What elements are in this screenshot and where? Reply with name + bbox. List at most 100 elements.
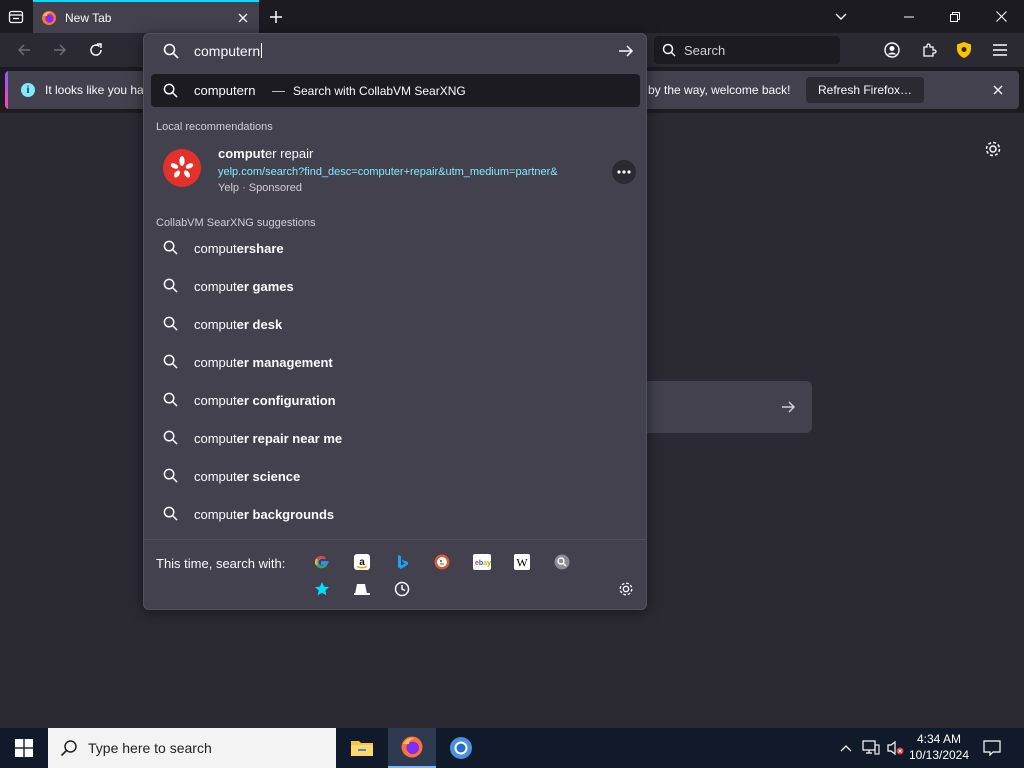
reload-button[interactable]: [84, 38, 108, 62]
reload-icon: [90, 43, 102, 56]
network-icon[interactable]: [860, 728, 882, 768]
chromium-taskbar-button[interactable]: [437, 728, 485, 768]
one-off-label: This time, search with:: [156, 556, 286, 571]
sponsored-suggestion-title: computer repair: [218, 146, 314, 161]
bookmarks-star-icon[interactable]: [311, 578, 333, 600]
notification-accent: [5, 71, 8, 109]
page-search-box[interactable]: [646, 381, 812, 433]
windows-taskbar: Type here to search 4:34 AM 10/13/2024: [0, 728, 1024, 768]
firefox-view-button[interactable]: [4, 5, 28, 29]
firefox-taskbar-button[interactable]: [388, 728, 436, 768]
ublock-extension-button[interactable]: [952, 38, 976, 62]
search-suggestions-label: CollabVM SearXNG suggestions: [156, 217, 316, 229]
taskbar-clock[interactable]: 4:34 AM 10/13/2024: [904, 731, 974, 763]
suggestion-item[interactable]: computer repair near me: [151, 420, 640, 458]
search-icon: [163, 468, 178, 483]
suggestion-item[interactable]: computershare: [151, 230, 640, 268]
search-bar-placeholder: Search: [684, 42, 726, 58]
new-tab-button[interactable]: [264, 5, 288, 29]
close-notification-icon[interactable]: [990, 82, 1006, 98]
show-hidden-icons-chevron-up-icon[interactable]: [836, 728, 856, 768]
sponsored-suggestion-row[interactable]: computer repair yelp.com/search?find_des…: [151, 138, 640, 196]
suggestion-item[interactable]: computer desk: [151, 306, 640, 344]
firefox-icon: [42, 10, 56, 25]
account-button[interactable]: [880, 38, 904, 62]
duckduckgo-icon[interactable]: [431, 551, 453, 573]
tab-strip: New Tab: [0, 0, 1024, 33]
app-menu-button[interactable]: [988, 38, 1012, 62]
search-icon: [60, 740, 77, 757]
plus-icon: [270, 11, 282, 23]
heuristic-separator: —: [272, 83, 285, 98]
google-icon[interactable]: [311, 551, 333, 573]
suggestion-text: computer repair near me: [194, 431, 343, 446]
search-icon: [163, 506, 178, 521]
forward-arrow-icon: [54, 44, 67, 56]
refresh-firefox-button[interactable]: Refresh Firefox…: [806, 77, 925, 103]
restore-button[interactable]: [932, 0, 978, 33]
info-icon: i: [21, 83, 35, 97]
tab-title: New Tab: [65, 10, 112, 25]
suggestion-text: computer backgrounds: [194, 507, 335, 522]
taskbar-search-placeholder: Type here to search: [88, 740, 212, 756]
tabs-icon[interactable]: [351, 578, 373, 600]
wikipedia-icon[interactable]: W: [511, 551, 533, 573]
notification-message-start: It looks like you ha: [45, 83, 144, 97]
start-button[interactable]: [0, 728, 48, 768]
folder-icon: [351, 741, 373, 756]
extensions-button[interactable]: [917, 38, 941, 62]
search-icon: [163, 354, 178, 369]
back-arrow-icon: [17, 44, 30, 56]
clock-time: 4:34 AM: [916, 732, 962, 746]
file-explorer-button[interactable]: [338, 728, 386, 768]
account-icon: [884, 42, 900, 58]
search-settings-gear-icon[interactable]: [615, 578, 637, 600]
suggestion-item[interactable]: computer science: [151, 458, 640, 496]
page-settings-gear-icon[interactable]: [982, 138, 1004, 160]
heuristic-query: computern: [194, 83, 256, 98]
windows-logo-icon: [15, 739, 33, 757]
volume-muted-icon[interactable]: [884, 728, 906, 768]
sponsored-suggestion-url: yelp.com/search?find_desc=computer+repai…: [218, 166, 558, 178]
suggestion-text: computer science: [194, 469, 301, 484]
forward-button[interactable]: [48, 38, 72, 62]
local-recommendations-label: Local recommendations: [156, 121, 273, 133]
heuristic-action: Search with CollabVM SearXNG: [293, 84, 466, 98]
back-button[interactable]: [12, 38, 36, 62]
urlbar-popup: computern computern — Search with Collab…: [143, 33, 647, 610]
restore-icon: [950, 11, 960, 22]
minimize-button[interactable]: [886, 0, 932, 33]
list-all-tabs-button[interactable]: [818, 0, 864, 33]
heuristic-search-result[interactable]: computern — Search with CollabVM SearXNG: [151, 74, 640, 107]
search-icon: [163, 240, 178, 255]
notification-message-end: by the way, welcome back!: [648, 83, 791, 97]
url-input-text[interactable]: computern: [194, 43, 263, 59]
search-icon: [163, 392, 178, 407]
puzzle-icon: [923, 43, 937, 57]
close-tab-icon[interactable]: [235, 10, 251, 26]
history-clock-icon[interactable]: [391, 578, 413, 600]
suggestion-text: computer management: [194, 355, 333, 370]
close-window-button[interactable]: [978, 0, 1024, 33]
suggestion-item[interactable]: computer configuration: [151, 382, 640, 420]
suggestion-item[interactable]: computer games: [151, 268, 640, 306]
more-options-icon[interactable]: [612, 160, 636, 184]
go-arrow-icon[interactable]: [617, 42, 635, 60]
bing-icon[interactable]: [391, 551, 413, 573]
searxng-icon[interactable]: [551, 551, 573, 573]
suggestion-text: computer configuration: [194, 393, 336, 408]
search-bar[interactable]: Search: [654, 36, 840, 64]
search-icon: [163, 43, 179, 59]
suggestion-item[interactable]: computer backgrounds: [151, 496, 640, 534]
yelp-logo-icon: [163, 149, 201, 187]
suggestion-text: computer games: [194, 279, 294, 294]
ebay-icon[interactable]: ebay: [471, 551, 493, 573]
tab-new-tab[interactable]: New Tab: [33, 0, 259, 33]
suggestion-item[interactable]: computer management: [151, 344, 640, 382]
amazon-icon[interactable]: a: [351, 551, 373, 573]
close-icon: [995, 11, 1007, 22]
url-input-field[interactable]: computern: [144, 34, 646, 68]
notifications-icon[interactable]: [980, 728, 1004, 768]
taskbar-search-box[interactable]: Type here to search: [48, 728, 336, 768]
page-search-arrow-icon[interactable]: [778, 397, 798, 417]
